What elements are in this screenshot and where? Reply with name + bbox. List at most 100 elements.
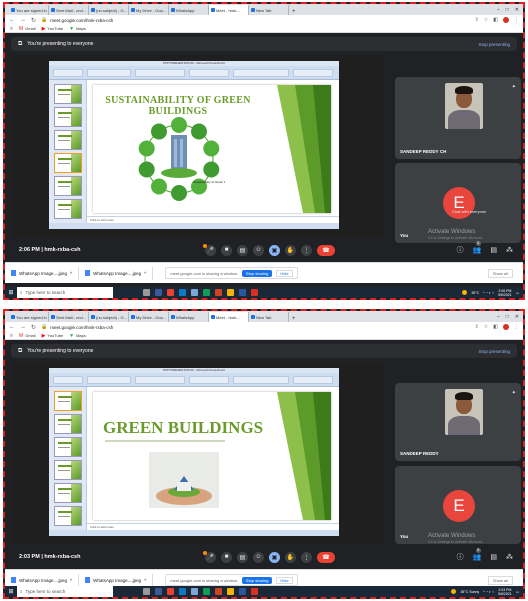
show-all-downloads-button[interactable]: Show all xyxy=(487,575,513,585)
browser-tab[interactable]: New Tab xyxy=(249,312,289,322)
slide-thumbnail[interactable] xyxy=(54,199,82,219)
download-item[interactable]: WhatsApp Image....jpeg ^ xyxy=(11,573,80,587)
menu-icon[interactable]: ⋮ xyxy=(514,324,519,330)
download-item[interactable]: WhatsApp Image....jpeg ^ xyxy=(11,266,80,280)
bookmark-maps[interactable]: ▼ Maps xyxy=(69,26,86,32)
apps-icon[interactable]: ⠿ xyxy=(10,26,13,31)
windows-icon[interactable]: ⊞ xyxy=(5,287,17,298)
participant-tile[interactable]: ✦ SANDEEP REDDY xyxy=(395,383,521,461)
reload-icon[interactable]: ↻ xyxy=(31,324,36,331)
more-options-button[interactable]: ⋮ xyxy=(301,551,312,563)
files-icon[interactable] xyxy=(227,289,234,296)
omnibox[interactable]: 🔒 meet.google.com/hmk-rxba-csh xyxy=(41,17,470,23)
maximize-button[interactable]: □ xyxy=(506,314,509,320)
chat-icon[interactable]: ▤ xyxy=(490,246,497,254)
hide-button[interactable]: Hide xyxy=(276,576,293,584)
extensions-icon[interactable]: ◧ xyxy=(493,17,498,23)
captions-button[interactable]: ▤ xyxy=(237,551,248,563)
chrome-icon[interactable] xyxy=(167,289,174,296)
browser-tab[interactable]: You are signed in xyxy=(9,5,49,15)
bookmark-gmail[interactable]: M Gmail xyxy=(19,333,36,339)
tray-icons[interactable]: ^ ◔ ◐ ⌁ xyxy=(483,291,494,295)
windows-icon[interactable]: ⊞ xyxy=(5,586,17,597)
slide-thumbnails[interactable] xyxy=(49,80,87,223)
slide-thumbnail[interactable] xyxy=(54,130,82,150)
emoji-button[interactable]: ☺ xyxy=(253,551,264,563)
close-button[interactable]: ✕ xyxy=(515,314,519,320)
info-icon[interactable]: ⓘ xyxy=(457,552,464,562)
edge-icon[interactable] xyxy=(179,588,186,595)
task-view-icon[interactable] xyxy=(143,289,150,296)
taskbar-search[interactable]: ⌕ Type here to search xyxy=(17,287,113,298)
notes-pane[interactable]: Click to add notes xyxy=(87,523,339,530)
share-icon[interactable]: ⇪ xyxy=(475,17,479,23)
raise-hand-button[interactable]: ✋ xyxy=(285,244,296,256)
minimize-button[interactable]: – xyxy=(497,314,500,320)
browser-tab[interactable]: Sent Mail - cnd... xyxy=(49,5,89,15)
notes-pane[interactable]: Click to add notes xyxy=(87,216,339,223)
participant-tile[interactable]: ✦ SANDEEP REDDY CH xyxy=(395,77,521,159)
people-icon[interactable]: 👥 3 xyxy=(473,241,481,254)
browser-tab[interactable]: Meet - hmk-... xyxy=(209,312,249,322)
stop-sharing-button[interactable]: Stop sharing xyxy=(241,269,273,277)
slide-thumbnail[interactable] xyxy=(54,107,82,127)
browser-tab[interactable]: You are signed in xyxy=(9,312,49,322)
present-now-button[interactable]: ▣ xyxy=(269,244,280,256)
clock[interactable]: 2:06 PM 5/6/2021 xyxy=(498,289,512,297)
slide-thumbnail[interactable] xyxy=(54,176,82,196)
chat-icon[interactable]: ▤ xyxy=(490,553,497,561)
tray-icons[interactable]: ^ ◔ ◐ ⌁ xyxy=(483,590,494,594)
maximize-button[interactable]: □ xyxy=(506,7,509,13)
taskbar-search[interactable]: ⌕ Type here to search xyxy=(17,586,113,597)
browser-tab[interactable]: WhatsApp xyxy=(169,5,209,15)
powerpoint-icon[interactable] xyxy=(215,289,222,296)
present-now-button[interactable]: ▣ xyxy=(269,551,280,563)
back-icon[interactable]: ← xyxy=(9,324,15,330)
slide-thumbnail[interactable] xyxy=(54,506,82,526)
slide-thumbnail[interactable] xyxy=(54,414,82,434)
info-icon[interactable]: ⓘ xyxy=(457,245,464,255)
activities-icon[interactable]: ⁂ xyxy=(506,553,513,561)
slide-thumbnail[interactable] xyxy=(54,84,82,104)
extensions-icon[interactable]: ◧ xyxy=(493,324,498,330)
bookmark-gmail[interactable]: M Gmail xyxy=(19,26,36,32)
apps-icon[interactable]: ⠿ xyxy=(10,333,13,338)
photos-icon[interactable] xyxy=(191,289,198,296)
meet-app-icon[interactable] xyxy=(203,289,210,296)
raise-hand-button[interactable]: ✋ xyxy=(285,551,296,563)
slide-thumbnails[interactable] xyxy=(49,387,87,530)
browser-tab[interactable]: WhatsApp xyxy=(169,312,209,322)
browser-tab[interactable]: Meet - hmk-... xyxy=(209,5,249,15)
notifications-icon[interactable]: ▭ xyxy=(516,291,519,295)
browser-tab[interactable]: (no subject) - G... xyxy=(89,312,129,322)
slide-thumbnail[interactable] xyxy=(54,391,82,411)
more-options-button[interactable]: ⋮ xyxy=(301,244,312,256)
chrome-icon[interactable] xyxy=(167,588,174,595)
meet-app-icon[interactable] xyxy=(203,588,210,595)
star-icon[interactable]: ☆ xyxy=(484,17,488,23)
back-icon[interactable]: ← xyxy=(9,17,15,23)
camera-button[interactable]: ■ xyxy=(221,244,232,256)
forward-icon[interactable]: → xyxy=(20,324,26,330)
slide-thumbnail[interactable] xyxy=(54,460,82,480)
share-icon[interactable]: ⇪ xyxy=(475,324,479,330)
bookmark-youtube[interactable]: ▶ YouTube xyxy=(42,26,64,32)
word-icon[interactable] xyxy=(239,588,246,595)
browser-tab[interactable]: (no subject) - G... xyxy=(89,5,129,15)
clock[interactable]: 2:03 PM 5/6/2021 xyxy=(498,588,512,596)
profile-avatar[interactable] xyxy=(503,324,509,330)
reload-icon[interactable]: ↻ xyxy=(31,17,36,24)
bookmark-youtube[interactable]: ▶ YouTube xyxy=(42,333,64,339)
star-icon[interactable]: ☆ xyxy=(484,324,488,330)
minimize-button[interactable]: – xyxy=(497,7,500,13)
menu-icon[interactable]: ⋮ xyxy=(514,17,519,23)
facebook-icon[interactable] xyxy=(155,588,162,595)
stop-presenting-button[interactable]: Stop presenting xyxy=(478,349,510,354)
stop-presenting-button[interactable]: Stop presenting xyxy=(478,42,510,47)
captions-button[interactable]: ▤ xyxy=(237,244,248,256)
close-button[interactable]: ✕ xyxy=(515,7,519,13)
task-view-icon[interactable] xyxy=(143,588,150,595)
bookmark-maps[interactable]: ▼ Maps xyxy=(69,333,86,339)
mic-button[interactable]: 🎤 xyxy=(203,550,216,563)
people-icon[interactable]: 👥 3 xyxy=(473,548,481,561)
